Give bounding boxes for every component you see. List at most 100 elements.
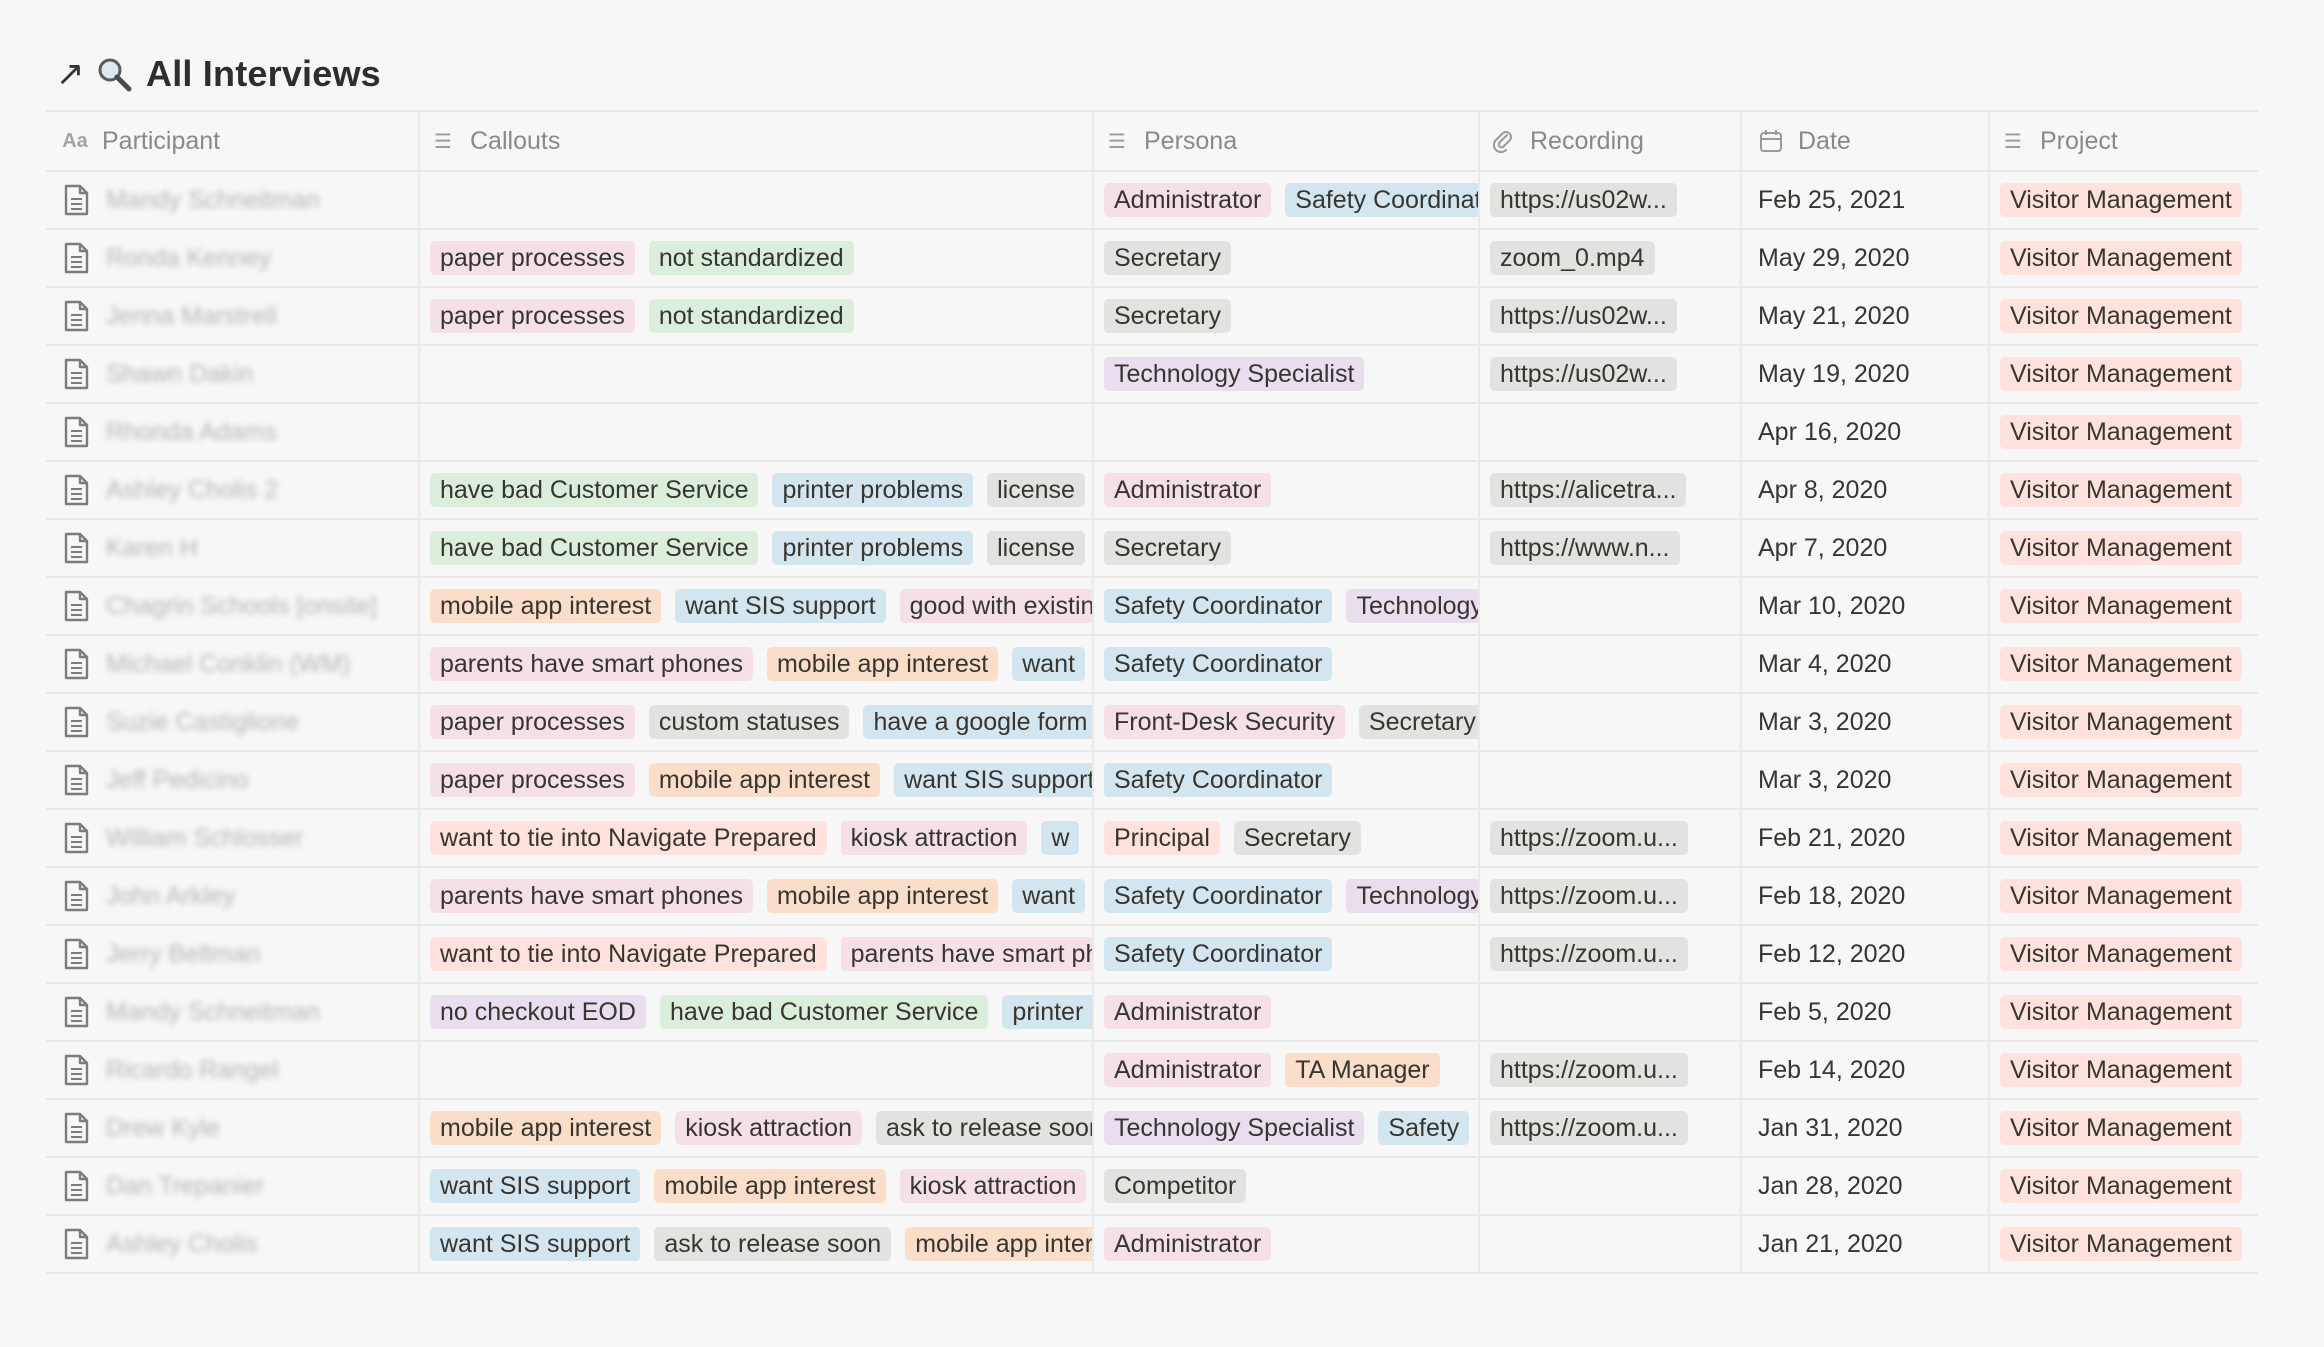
recording-cell[interactable]: https://www.n...	[1480, 520, 1742, 576]
participant-cell[interactable]: Jerry Beltman	[46, 926, 420, 982]
participant-name[interactable]: Michael Conklin (WM)	[106, 650, 350, 679]
recording-cell[interactable]	[1480, 984, 1742, 1040]
date-cell[interactable]: Jan 31, 2020	[1742, 1100, 1990, 1156]
date-cell[interactable]: Mar 10, 2020	[1742, 578, 1990, 634]
recording-cell[interactable]: https://zoom.u...	[1480, 1100, 1742, 1156]
participant-cell[interactable]: Jenna Marstrell	[46, 288, 420, 344]
project-cell[interactable]: Visitor Management	[1990, 868, 2258, 924]
date-cell[interactable]: Apr 7, 2020	[1742, 520, 1990, 576]
recording-cell[interactable]: https://zoom.u...	[1480, 1042, 1742, 1098]
persona-cell[interactable]: Secretary	[1094, 230, 1480, 286]
persona-cell[interactable]: Administrator	[1094, 984, 1480, 1040]
participant-cell[interactable]: Ashley Cholis 2	[46, 462, 420, 518]
project-cell[interactable]: Visitor Management	[1990, 288, 2258, 344]
date-cell[interactable]: Feb 12, 2020	[1742, 926, 1990, 982]
recording-cell[interactable]	[1480, 636, 1742, 692]
callouts-cell[interactable]: paper processes not standardized	[420, 230, 1094, 286]
table-row[interactable]: Rhonda Adams Apr 16, 2020 Visitor Manageme…	[46, 404, 2258, 462]
participant-name[interactable]: Chagrin Schools [onsite]	[106, 592, 377, 621]
persona-cell[interactable]	[1094, 404, 1480, 460]
table-row[interactable]: Jeff Pedicino paper processes mobile app i…	[46, 752, 2258, 810]
column-header-project[interactable]: ☰ Project	[1990, 112, 2258, 170]
project-cell[interactable]: Visitor Management	[1990, 230, 2258, 286]
participant-cell[interactable]: Rhonda Adams	[46, 404, 420, 460]
recording-cell[interactable]: https://zoom.u...	[1480, 926, 1742, 982]
table-row[interactable]: Chagrin Schools [onsite] mobile app inter…	[46, 578, 2258, 636]
callouts-cell[interactable]: mobile app interest kiosk attraction ask t…	[420, 1100, 1094, 1156]
participant-cell[interactable]: Dan Trepanier	[46, 1158, 420, 1214]
date-cell[interactable]: Feb 14, 2020	[1742, 1042, 1990, 1098]
persona-cell[interactable]: Administrator TA Manager	[1094, 1042, 1480, 1098]
search-icon[interactable]	[96, 56, 132, 92]
callouts-cell[interactable]: paper processes custom statuses have a goo…	[420, 694, 1094, 750]
participant-name[interactable]: Ashley Cholis	[106, 1230, 257, 1259]
view-title[interactable]: All Interviews	[146, 53, 381, 95]
date-cell[interactable]: Mar 3, 2020	[1742, 694, 1990, 750]
participant-name[interactable]: Suzie Castiglione	[106, 708, 299, 737]
callouts-cell[interactable]: have bad Customer Service printer problem…	[420, 462, 1094, 518]
project-cell[interactable]: Visitor Management	[1990, 636, 2258, 692]
recording-cell[interactable]: https://zoom.u...	[1480, 810, 1742, 866]
column-header-recording[interactable]: Recording	[1480, 112, 1742, 170]
table-row[interactable]: William Schlosser want to tie into Naviga…	[46, 810, 2258, 868]
project-cell[interactable]: Visitor Management	[1990, 404, 2258, 460]
recording-cell[interactable]: https://us02w...	[1480, 346, 1742, 402]
project-cell[interactable]: Visitor Management	[1990, 578, 2258, 634]
callouts-cell[interactable]: want to tie into Navigate Prepared parent…	[420, 926, 1094, 982]
project-cell[interactable]: Visitor Management	[1990, 172, 2258, 228]
table-row[interactable]: Shawn Dakin Technology Specialist https://…	[46, 346, 2258, 404]
participant-name[interactable]: Dan Trepanier	[106, 1172, 264, 1201]
participant-name[interactable]: Ricardo Rangel	[106, 1056, 278, 1085]
callouts-cell[interactable]	[420, 172, 1094, 228]
participant-name[interactable]: Karen H	[106, 534, 198, 563]
callouts-cell[interactable]: want to tie into Navigate Prepared kiosk …	[420, 810, 1094, 866]
recording-link[interactable]: https://alicetra...	[1490, 473, 1687, 507]
recording-link[interactable]: https://zoom.u...	[1490, 879, 1688, 913]
participant-name[interactable]: Ronda Kenney	[106, 244, 271, 273]
date-cell[interactable]: Feb 5, 2020	[1742, 984, 1990, 1040]
project-cell[interactable]: Visitor Management	[1990, 1100, 2258, 1156]
date-cell[interactable]: Mar 3, 2020	[1742, 752, 1990, 808]
callouts-cell[interactable]: paper processes mobile app interest want S…	[420, 752, 1094, 808]
date-cell[interactable]: Jan 28, 2020	[1742, 1158, 1990, 1214]
open-as-page-arrow-icon[interactable]: ↗	[56, 54, 85, 94]
participant-name[interactable]: Ashley Cholis 2	[106, 476, 278, 505]
project-cell[interactable]: Visitor Management	[1990, 346, 2258, 402]
recording-cell[interactable]	[1480, 1216, 1742, 1272]
recording-link[interactable]: zoom_0.mp4	[1490, 241, 1655, 275]
column-header-participant[interactable]: Aa Participant	[46, 112, 420, 170]
recording-link[interactable]: https://zoom.u...	[1490, 821, 1688, 855]
participant-name[interactable]: Mandy Schneitman	[106, 186, 320, 215]
recording-cell[interactable]	[1480, 404, 1742, 460]
table-row[interactable]: Ricardo Rangel Administrator TA Manager htt…	[46, 1042, 2258, 1100]
table-row[interactable]: Jerry Beltman want to tie into Navigate P…	[46, 926, 2258, 984]
persona-cell[interactable]: Technology Specialist	[1094, 346, 1480, 402]
callouts-cell[interactable]: parents have smart phones mobile app inte…	[420, 868, 1094, 924]
date-cell[interactable]: Jan 21, 2020	[1742, 1216, 1990, 1272]
recording-cell[interactable]: zoom_0.mp4	[1480, 230, 1742, 286]
project-cell[interactable]: Visitor Management	[1990, 1158, 2258, 1214]
persona-cell[interactable]: Administrator	[1094, 462, 1480, 518]
callouts-cell[interactable]	[420, 404, 1094, 460]
participant-name[interactable]: Shawn Dakin	[106, 360, 253, 389]
participant-name[interactable]: William Schlosser	[106, 824, 303, 853]
persona-cell[interactable]: Front-Desk Security Secretary	[1094, 694, 1480, 750]
date-cell[interactable]: Feb 25, 2021	[1742, 172, 1990, 228]
participant-cell[interactable]: Mandy Schneitman	[46, 984, 420, 1040]
callouts-cell[interactable]: have bad Customer Service printer problem…	[420, 520, 1094, 576]
participant-name[interactable]: Jenna Marstrell	[106, 302, 277, 331]
table-row[interactable]: Ashley Cholis want SIS support ask to rele…	[46, 1216, 2258, 1274]
project-cell[interactable]: Visitor Management	[1990, 1042, 2258, 1098]
callouts-cell[interactable]: no checkout EOD have bad Customer Service…	[420, 984, 1094, 1040]
participant-cell[interactable]: Drew Kyle	[46, 1100, 420, 1156]
recording-link[interactable]: https://us02w...	[1490, 299, 1677, 333]
callouts-cell[interactable]: want SIS support ask to release soon mobil…	[420, 1216, 1094, 1272]
project-cell[interactable]: Visitor Management	[1990, 520, 2258, 576]
callouts-cell[interactable]: want SIS support mobile app interest kiosk…	[420, 1158, 1094, 1214]
participant-name[interactable]: Jerry Beltman	[106, 940, 260, 969]
recording-link[interactable]: https://us02w...	[1490, 183, 1677, 217]
table-row[interactable]: Mandy Schneitman Administrator Safety Coor…	[46, 172, 2258, 230]
persona-cell[interactable]: Competitor	[1094, 1158, 1480, 1214]
date-cell[interactable]: Feb 21, 2020	[1742, 810, 1990, 866]
table-row[interactable]: Jenna Marstrell paper processes not standa…	[46, 288, 2258, 346]
